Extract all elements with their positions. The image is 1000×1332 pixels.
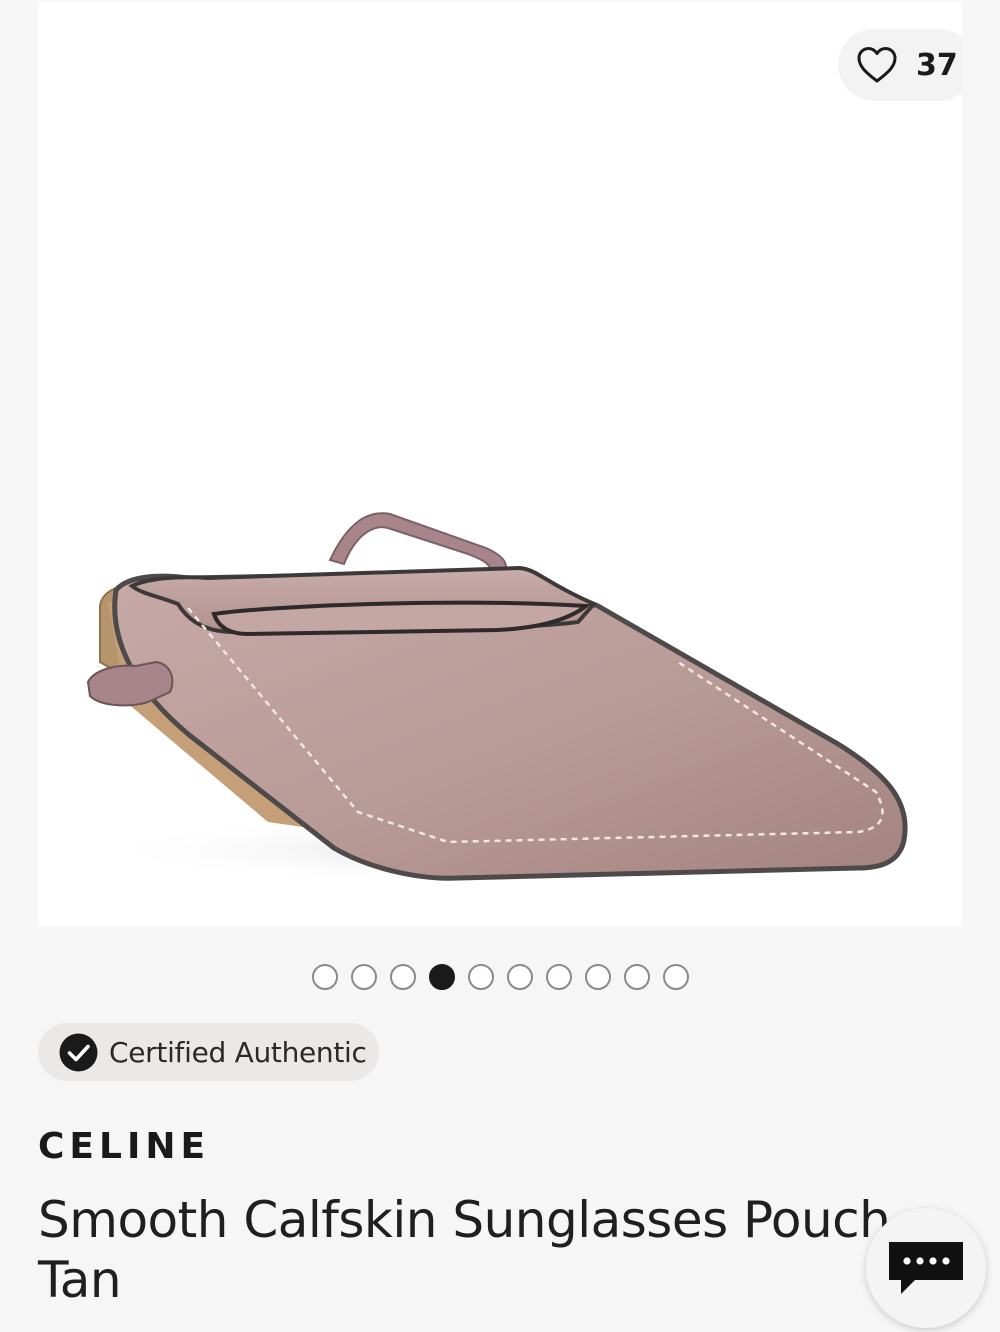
carousel-dot[interactable] (623, 964, 650, 990)
brand-name[interactable]: CELINE (38, 1126, 210, 1167)
carousel-dot[interactable] (350, 964, 377, 990)
product-image (86, 512, 928, 884)
product-title: Smooth Calfskin Sunglasses Pouch Tan (38, 1191, 891, 1309)
product-page: 37 Certified Authentic CELINE Smooth Cal… (0, 0, 1000, 1332)
chat-bubble-icon (889, 1242, 963, 1294)
carousel-dot[interactable] (662, 964, 689, 990)
carousel-dot[interactable] (506, 964, 533, 990)
carousel-dot[interactable] (545, 964, 572, 990)
carousel-dot[interactable] (389, 964, 416, 990)
carousel-dot[interactable] (467, 964, 494, 990)
image-carousel-dots (0, 964, 1000, 990)
carousel-dot[interactable] (311, 964, 338, 990)
certified-authentic-label: Certified Authentic (109, 1035, 367, 1069)
like-button[interactable]: 37 (838, 29, 962, 101)
check-circle-icon (59, 1033, 98, 1071)
certified-authentic-badge[interactable]: Certified Authentic (38, 1023, 379, 1081)
carousel-dot[interactable] (584, 964, 611, 990)
heart-outline-icon (857, 47, 897, 83)
like-count: 37 (916, 47, 958, 83)
product-image-frame[interactable]: 37 (38, 2, 962, 926)
carousel-dot-active[interactable] (428, 964, 455, 990)
chat-button[interactable] (866, 1208, 986, 1328)
